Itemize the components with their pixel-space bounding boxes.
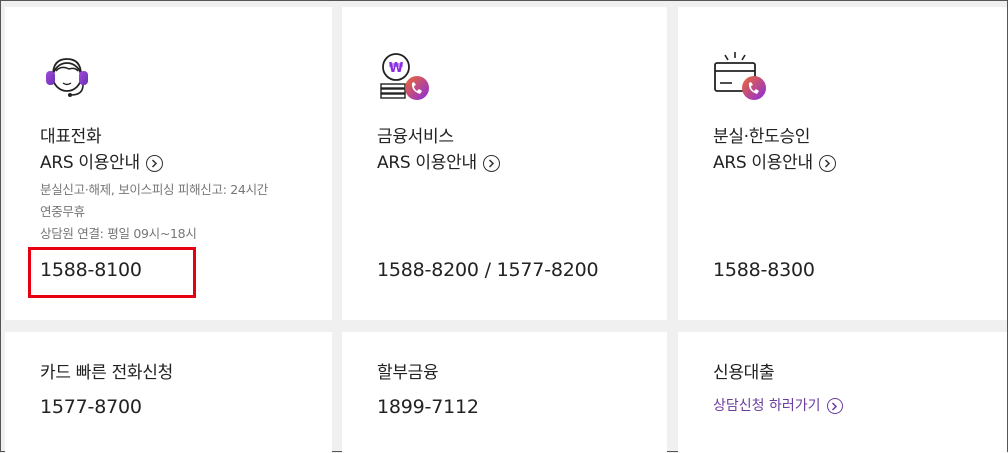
chevron-right-circle-icon <box>482 154 500 172</box>
ars-guide-label: ARS 이용안내 <box>713 153 813 173</box>
card-quick-card-application: 카드 빠른 전화신청 1577-8700 <box>5 332 332 453</box>
service-hours-line: 상담원 연결: 평일 09시~18시 <box>40 226 197 241</box>
card-credit-loan: 신용대출 상담신청 하러가기 <box>678 332 1007 453</box>
service-hours-line: 분실신고·해제, 보이스피싱 피해신고: 24시간 <box>40 182 268 197</box>
card-phone-icon <box>714 52 766 100</box>
phone-number: 1577-8700 <box>40 396 142 418</box>
card-financial-services: ₩ 금융서비스 ARS 이용안내 1588-8200 / 1577-8200 <box>342 7 667 320</box>
consultation-request-link[interactable]: 상담신청 하러가기 <box>713 395 843 417</box>
phone-number: 1588-8200 / 1577-8200 <box>377 259 599 281</box>
card-title: 신용대출 <box>713 363 775 383</box>
phone-number: 1899-7112 <box>377 396 479 418</box>
ars-guide-link[interactable]: ARS 이용안내 <box>377 152 500 174</box>
card-installment-finance: 할부금융 1899-7112 <box>342 332 667 453</box>
svg-text:₩: ₩ <box>389 61 404 76</box>
consultation-request-label: 상담신청 하러가기 <box>713 398 821 414</box>
chevron-right-circle-icon <box>145 154 163 172</box>
ars-guide-label: ARS 이용안내 <box>40 153 140 173</box>
card-title: 할부금융 <box>377 363 439 383</box>
contact-panel: 대표전화 ARS 이용안내 분실신고·해제, 보이스피싱 피해신고: 24시간 … <box>0 0 1008 453</box>
card-title: 카드 빠른 전화신청 <box>40 363 173 383</box>
headset-icon <box>46 58 88 97</box>
card-loss-limit-approval: 분실·한도승인 ARS 이용안내 1588-8300 <box>678 7 1007 320</box>
ars-guide-link[interactable]: ARS 이용안내 <box>713 152 836 174</box>
ars-guide-label: ARS 이용안내 <box>377 153 477 173</box>
service-hours-line: 연중무휴 <box>40 204 85 219</box>
card-title: 금융서비스 <box>377 127 454 147</box>
service-hours: 분실신고·해제, 보이스피싱 피해신고: 24시간 연중무휴 상담원 연결: 평… <box>40 179 310 245</box>
chevron-right-circle-icon <box>826 398 843 414</box>
won-coin-phone-icon: ₩ <box>380 53 429 100</box>
chevron-right-circle-icon <box>818 154 836 172</box>
ars-guide-link[interactable]: ARS 이용안내 <box>40 152 163 174</box>
phone-number: 1588-8300 <box>713 259 815 281</box>
card-title: 분실·한도승인 <box>713 127 811 147</box>
card-title: 대표전화 <box>40 127 102 147</box>
highlight-box <box>28 247 196 298</box>
